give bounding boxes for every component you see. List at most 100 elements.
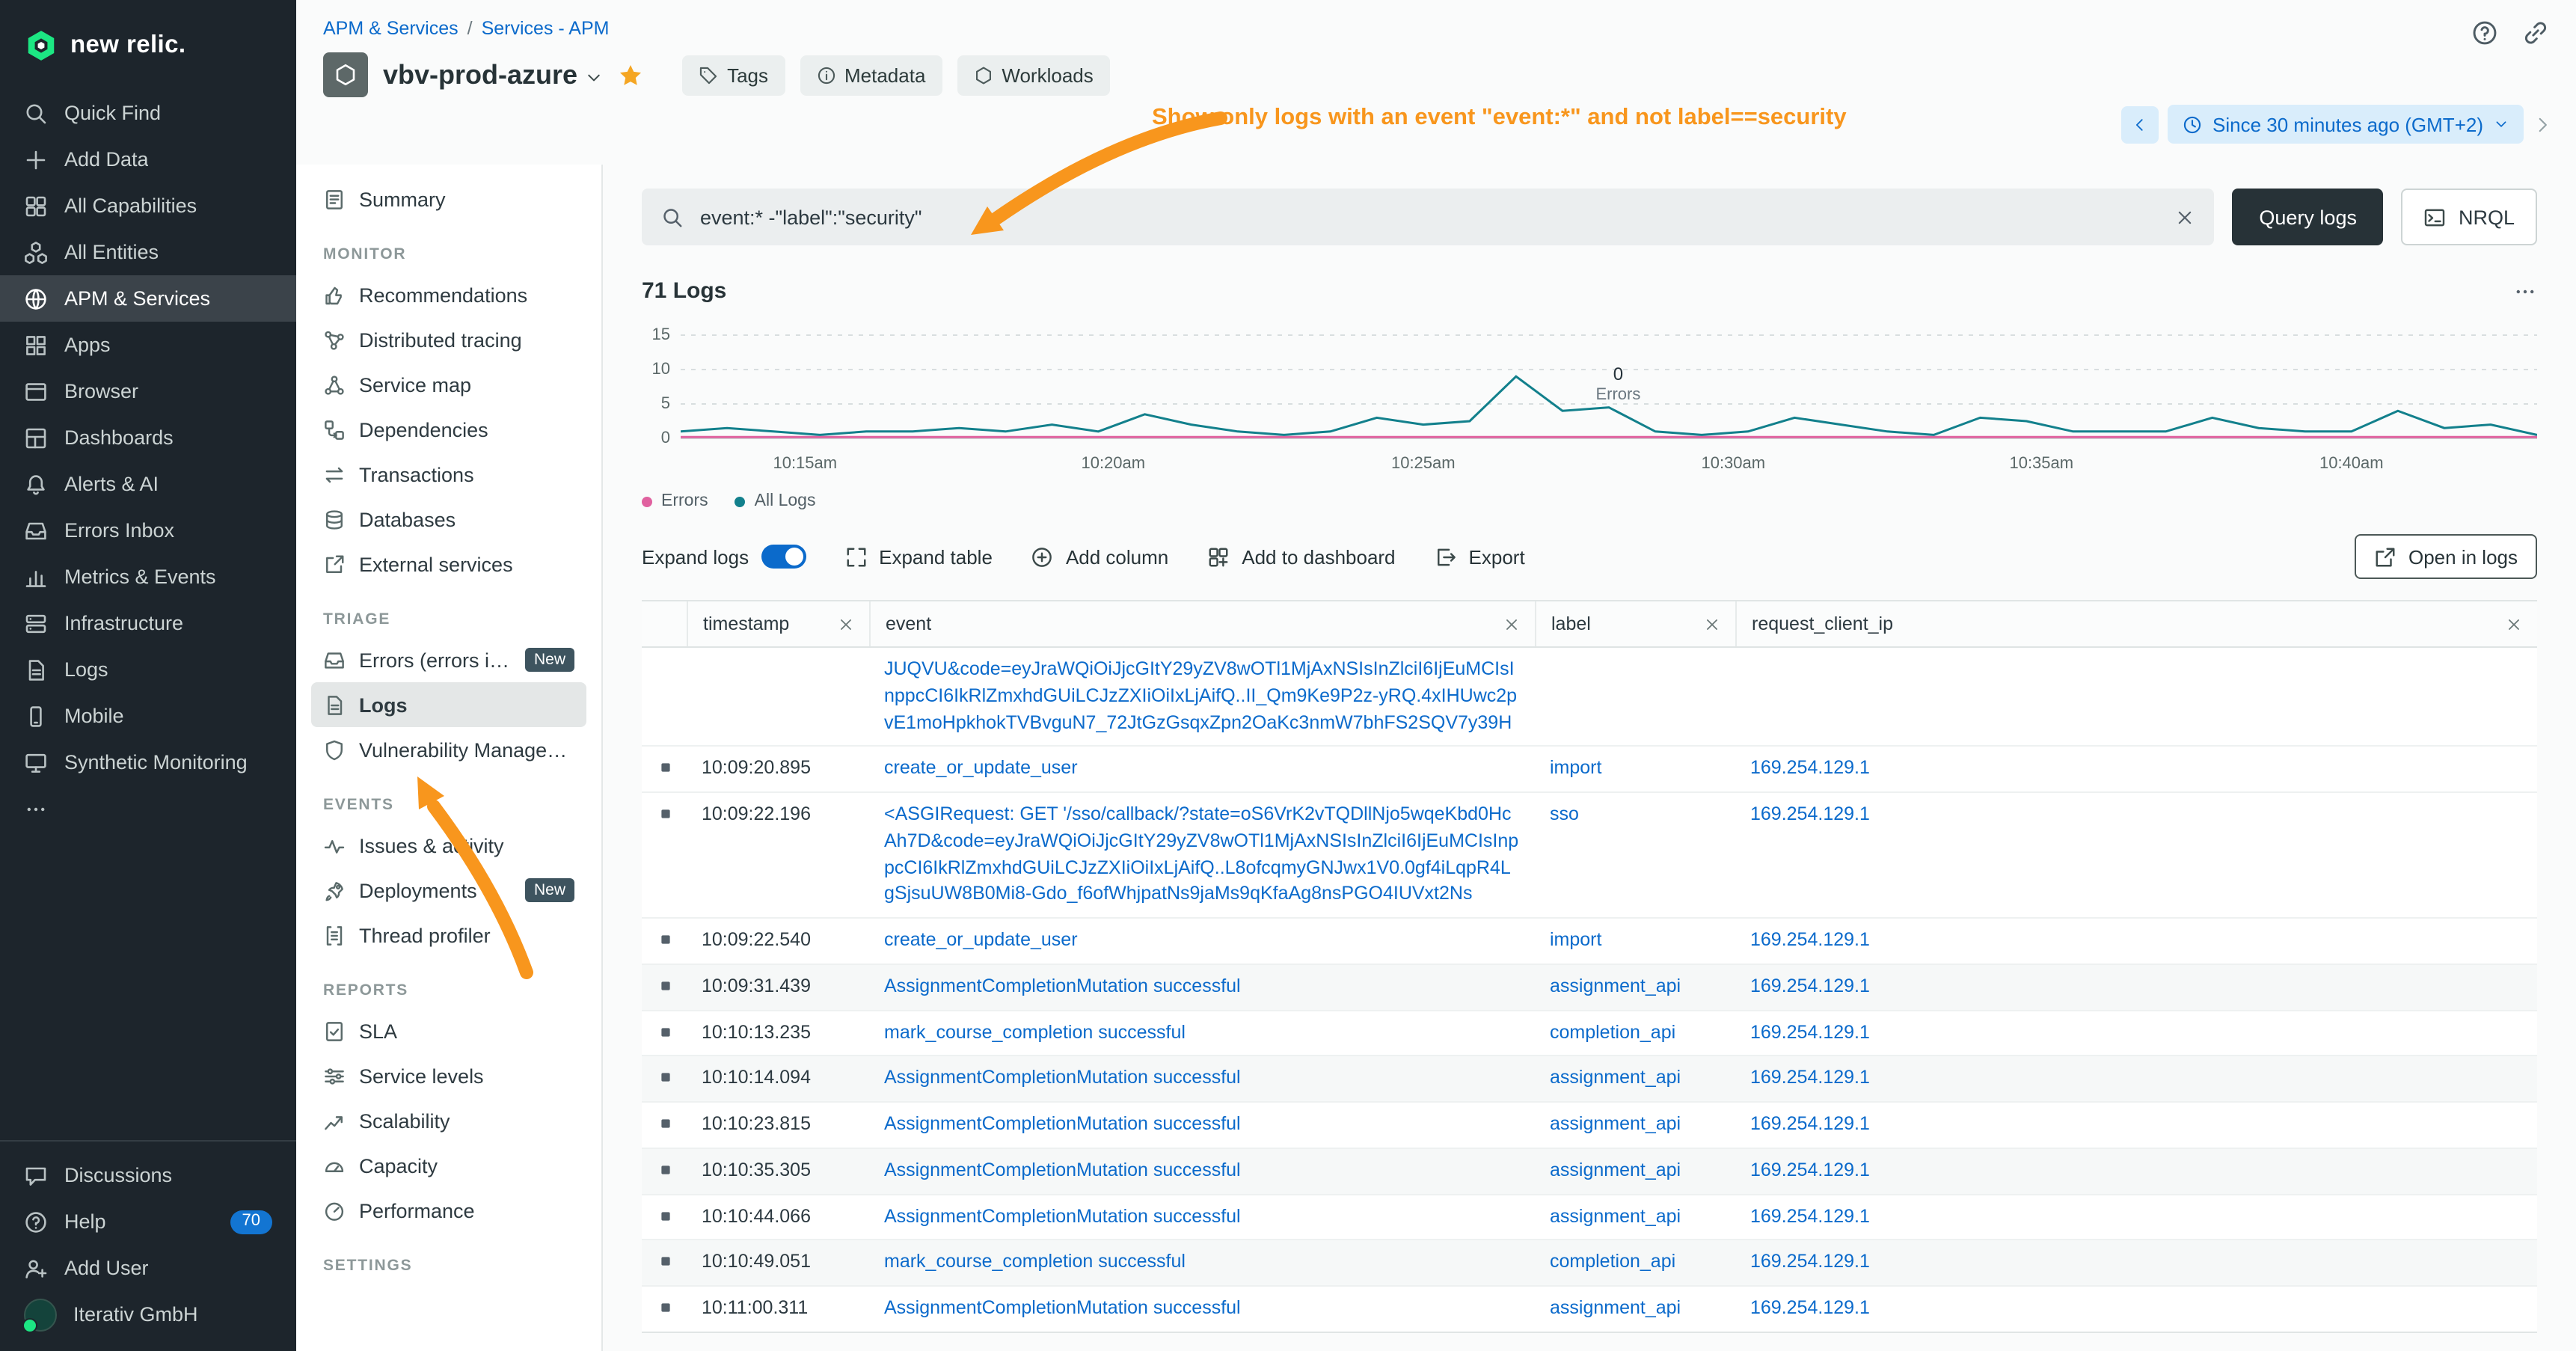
label-link[interactable]: assignment_api <box>1550 1067 1681 1088</box>
sidebar-item-dependencies[interactable]: Dependencies <box>311 407 586 452</box>
label-link[interactable]: assignment_api <box>1550 1159 1681 1180</box>
row-marker[interactable] <box>642 1195 687 1240</box>
ip-link[interactable]: 169.254.129.1 <box>1750 975 1870 996</box>
expand-table-button[interactable]: Expand table <box>844 545 993 568</box>
table-row[interactable]: 10:10:14.094AssignmentCompletionMutation… <box>642 1056 2537 1102</box>
legend-item-errors[interactable]: Errors <box>642 492 708 510</box>
table-row[interactable]: 10:10:49.051mark_course_completion succe… <box>642 1240 2537 1286</box>
sidebar-item-add-data[interactable]: Add Data <box>0 136 296 183</box>
sidebar-item-browser[interactable]: Browser <box>0 368 296 414</box>
sidebar-item-apps[interactable]: Apps <box>0 322 296 368</box>
sidebar-item-summary[interactable]: Summary <box>311 177 586 221</box>
event-link[interactable]: <ASGIRequest: GET '/sso/callback/?state=… <box>884 803 1518 904</box>
table-row[interactable]: 10:10:44.066AssignmentCompletionMutation… <box>642 1193 2537 1240</box>
table-row[interactable]: 10:09:31.439AssignmentCompletionMutation… <box>642 964 2537 1010</box>
nrql-button[interactable]: NRQL <box>2402 189 2537 245</box>
log-query-bar[interactable] <box>642 189 2214 245</box>
row-marker[interactable] <box>642 1057 687 1102</box>
table-row[interactable]: 10:09:22.540create_or_update_userimport1… <box>642 917 2537 964</box>
event-link[interactable]: AssignmentCompletionMutation successful <box>884 1297 1241 1318</box>
sidebar-item-vulnerability-management[interactable]: Vulnerability Management <box>311 727 586 772</box>
label-link[interactable]: completion_api <box>1550 1021 1675 1042</box>
event-link[interactable]: AssignmentCompletionMutation successful <box>884 1205 1241 1226</box>
sidebar-item-dashboards[interactable]: Dashboards <box>0 414 296 461</box>
ip-link[interactable]: 169.254.129.1 <box>1750 929 1870 950</box>
sidebar-item-issues-activity[interactable]: Issues & activity <box>311 823 586 868</box>
row-marker[interactable] <box>642 1287 687 1332</box>
sidebar-item-alerts-ai[interactable]: Alerts & AI <box>0 461 296 507</box>
sidebar-item-metrics-events[interactable]: Metrics & Events <box>0 554 296 600</box>
row-marker[interactable] <box>642 1103 687 1148</box>
ip-link[interactable]: 169.254.129.1 <box>1750 1297 1870 1318</box>
sidebar-item-deployments[interactable]: DeploymentsNew <box>311 868 586 913</box>
sidebar-item-all-capabilities[interactable]: All Capabilities <box>0 183 296 229</box>
log-query-input[interactable] <box>697 204 2162 230</box>
ip-link[interactable]: 169.254.129.1 <box>1750 758 1870 779</box>
ip-link[interactable]: 169.254.129.1 <box>1750 1205 1870 1226</box>
add-to-dashboard-button[interactable]: Add to dashboard <box>1207 545 1395 568</box>
new-relic-logo[interactable]: new relic. <box>0 0 296 90</box>
ip-link[interactable]: 169.254.129.1 <box>1750 1252 1870 1272</box>
event-link[interactable]: AssignmentCompletionMutation successful <box>884 975 1241 996</box>
more-options-icon[interactable] <box>2513 279 2537 303</box>
row-marker[interactable] <box>642 965 687 1010</box>
label-link[interactable]: assignment_api <box>1550 1113 1681 1134</box>
sidebar-item-service-levels[interactable]: Service levels <box>311 1053 586 1098</box>
table-row[interactable]: 10:10:35.305AssignmentCompletionMutation… <box>642 1148 2537 1194</box>
sidebar-item-discussions[interactable]: Discussions <box>0 1152 296 1198</box>
ip-link[interactable]: 169.254.129.1 <box>1750 1067 1870 1088</box>
chevron-down-icon[interactable] <box>585 68 603 86</box>
ip-link[interactable]: 169.254.129.1 <box>1750 1021 1870 1042</box>
sidebar-item-logs[interactable]: Logs <box>311 682 586 727</box>
event-link[interactable]: AssignmentCompletionMutation successful <box>884 1067 1241 1088</box>
label-link[interactable]: completion_api <box>1550 1252 1675 1272</box>
table-row[interactable]: 10:10:13.235mark_course_completion succe… <box>642 1009 2537 1056</box>
legend-item-all-logs[interactable]: All Logs <box>735 492 816 510</box>
remove-column-icon[interactable] <box>838 616 854 632</box>
table-row[interactable]: 10:10:23.815AssignmentCompletionMutation… <box>642 1101 2537 1148</box>
sidebar-item-scalability[interactable]: Scalability <box>311 1098 586 1143</box>
tags-button[interactable]: Tags <box>682 55 785 95</box>
sidebar-item-more[interactable] <box>0 785 296 832</box>
label-link[interactable]: assignment_api <box>1550 1297 1681 1318</box>
ip-link[interactable]: 169.254.129.1 <box>1750 803 1870 824</box>
add-column-button[interactable]: Add column <box>1031 545 1168 568</box>
breadcrumb-link-services-apm[interactable]: Services - APM <box>482 18 610 39</box>
sidebar-item-performance[interactable]: Performance <box>311 1188 586 1233</box>
clear-query-icon[interactable] <box>2175 207 2195 227</box>
favorite-star-icon[interactable] <box>618 62 643 88</box>
sidebar-item-add-user[interactable]: Add User <box>0 1245 296 1291</box>
label-link[interactable]: assignment_api <box>1550 975 1681 996</box>
sidebar-item-mobile[interactable]: Mobile <box>0 693 296 739</box>
permalink-icon[interactable] <box>2522 19 2549 46</box>
sidebar-item-errors-inbox[interactable]: Errors Inbox <box>0 507 296 554</box>
label-link[interactable]: sso <box>1550 803 1579 824</box>
label-link[interactable]: assignment_api <box>1550 1205 1681 1226</box>
event-link[interactable]: mark_course_completion successful <box>884 1021 1186 1042</box>
ip-link[interactable]: 169.254.129.1 <box>1750 1113 1870 1134</box>
label-link[interactable]: import <box>1550 758 1601 779</box>
row-marker[interactable] <box>642 793 687 917</box>
row-marker[interactable] <box>642 1011 687 1056</box>
query-logs-button[interactable]: Query logs <box>2232 189 2384 245</box>
entity-name[interactable]: vbv-prod-azure <box>383 59 577 91</box>
sidebar-item-service-map[interactable]: Service map <box>311 362 586 407</box>
sidebar-item-synthetic-monitoring[interactable]: Synthetic Monitoring <box>0 739 296 785</box>
sidebar-item-errors-errors-inb[interactable]: Errors (errors inb...New <box>311 637 586 682</box>
event-link[interactable]: AssignmentCompletionMutation successful <box>884 1113 1241 1134</box>
sidebar-item-apm-services[interactable]: APM & Services <box>0 275 296 322</box>
table-row[interactable]: 10:11:00.311AssignmentCompletionMutation… <box>642 1285 2537 1332</box>
breadcrumb-link-apm-services[interactable]: APM & Services <box>323 18 459 39</box>
metadata-button[interactable]: Metadata <box>800 55 942 95</box>
sidebar-item-transactions[interactable]: Transactions <box>311 452 586 497</box>
event-link[interactable]: mark_course_completion successful <box>884 1252 1186 1272</box>
sidebar-item-help[interactable]: Help70 <box>0 1198 296 1245</box>
table-row[interactable]: 10:09:22.196<ASGIRequest: GET '/sso/call… <box>642 791 2537 917</box>
sidebar-item-logs[interactable]: Logs <box>0 646 296 693</box>
remove-column-icon[interactable] <box>1704 616 1720 632</box>
remove-column-icon[interactable] <box>1503 616 1520 632</box>
sidebar-item-iterativ-gmbh[interactable]: Iterativ GmbH <box>0 1291 296 1338</box>
sidebar-item-all-entities[interactable]: All Entities <box>0 229 296 275</box>
event-link[interactable]: AssignmentCompletionMutation successful <box>884 1159 1241 1180</box>
sidebar-item-databases[interactable]: Databases <box>311 497 586 542</box>
